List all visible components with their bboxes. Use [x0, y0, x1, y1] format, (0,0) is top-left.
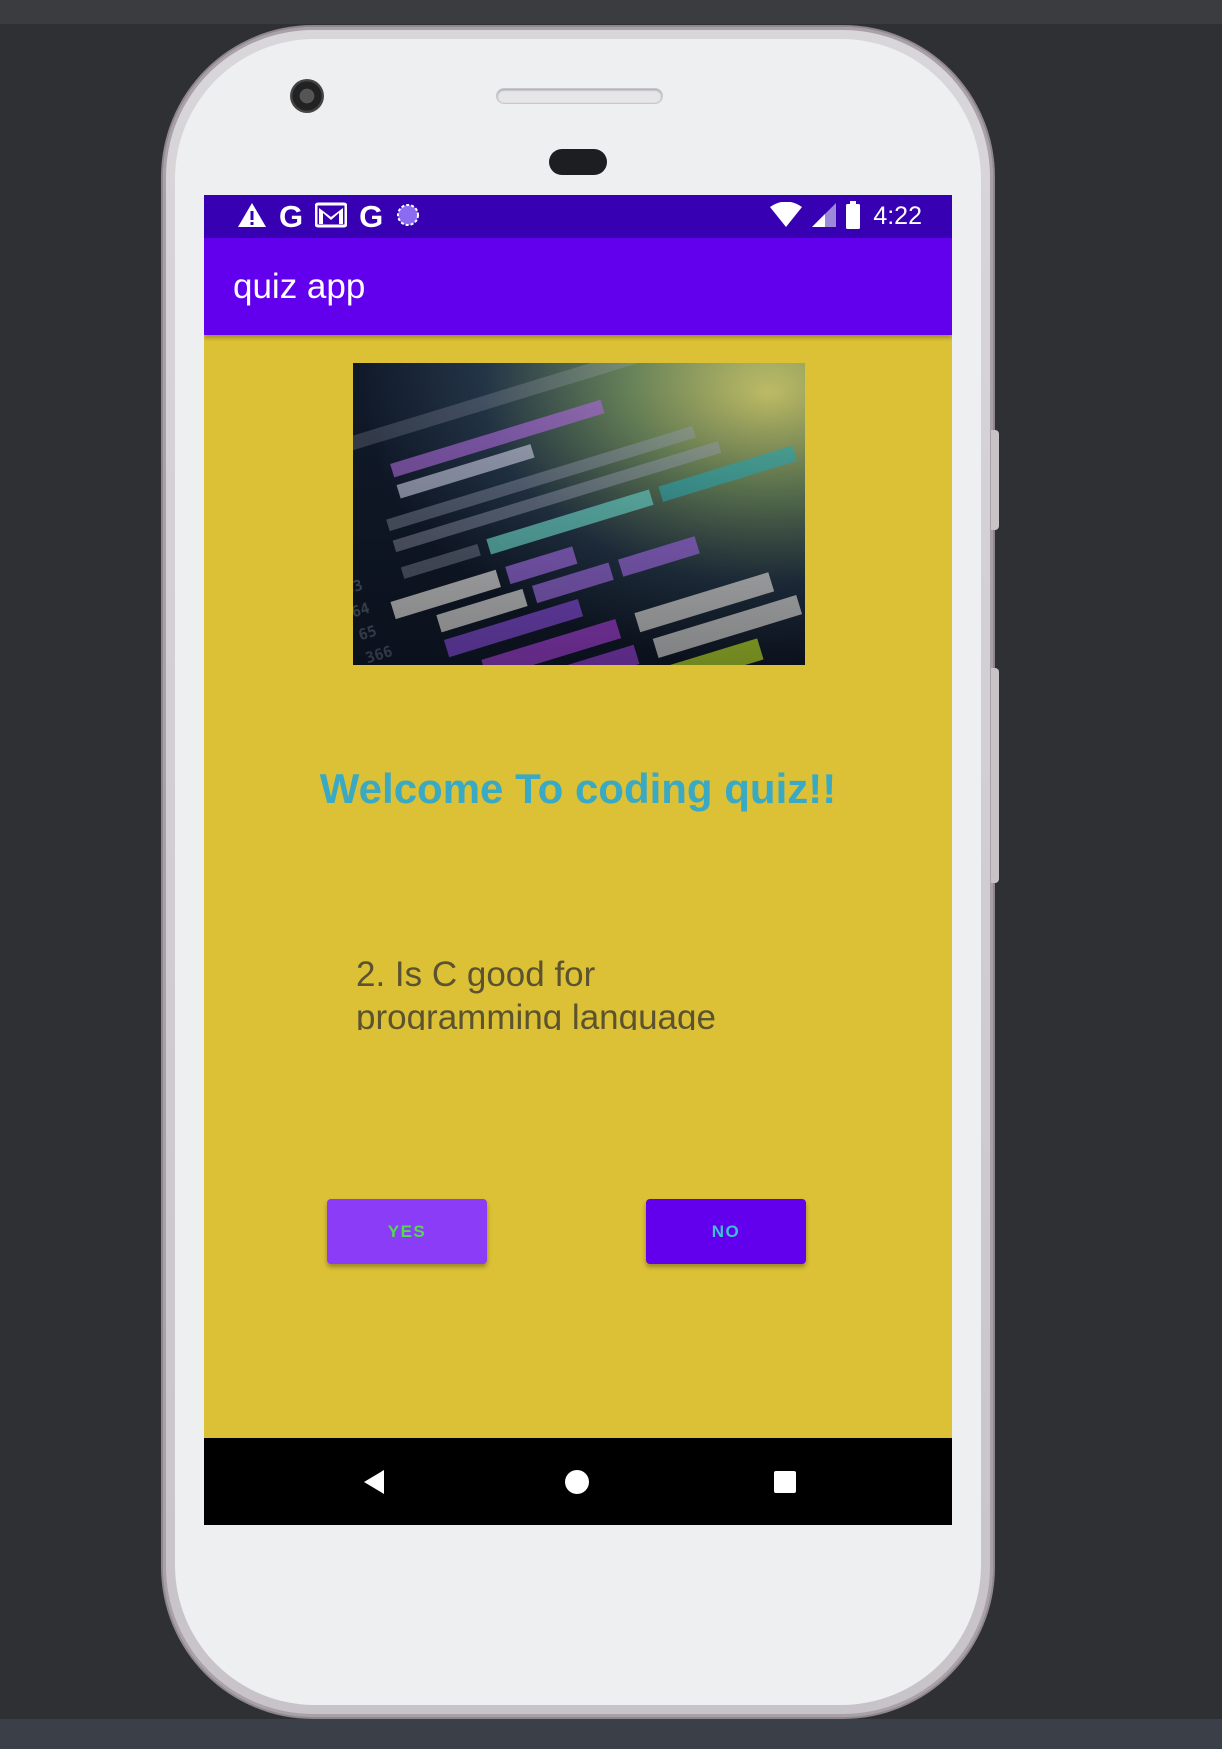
- warning-icon: [237, 201, 267, 233]
- back-icon[interactable]: [334, 1438, 414, 1525]
- yes-button[interactable]: YES: [327, 1199, 487, 1264]
- window-top-strip: [0, 0, 1222, 24]
- google-g-icon: G: [279, 199, 304, 234]
- app-title: quiz app: [233, 267, 366, 306]
- question-text: 2. Is C good for programming language: [356, 955, 716, 1030]
- earpiece-speaker: [497, 89, 662, 103]
- status-bar: G G 4:22: [204, 195, 952, 238]
- power-button: [991, 668, 999, 883]
- home-icon[interactable]: [537, 1438, 617, 1525]
- no-button[interactable]: NO: [646, 1199, 806, 1264]
- battery-icon: [845, 200, 861, 233]
- notification-icons: G G: [237, 195, 421, 238]
- wifi-icon: [769, 201, 803, 232]
- proximity-sensor: [549, 149, 607, 175]
- device-screen: G G 4:22 quiz app Welcome To coding quiz…: [204, 195, 952, 1525]
- system-status-icons: 4:22: [769, 195, 922, 238]
- gmail-icon: [314, 202, 348, 232]
- navigation-bar: [204, 1438, 952, 1525]
- welcome-heading: Welcome To coding quiz!!: [319, 765, 837, 812]
- cell-signal-icon: [811, 202, 837, 232]
- recents-icon[interactable]: [745, 1438, 825, 1525]
- status-clock: 4:22: [873, 202, 922, 230]
- volume-button: [991, 430, 999, 530]
- app-bar: quiz app: [204, 238, 952, 335]
- sync-progress-icon: [395, 202, 421, 232]
- front-camera: [290, 79, 324, 113]
- google-g-icon: G: [359, 199, 384, 234]
- code-screen-image: 636465 366367368 369370: [353, 363, 805, 665]
- window-bottom-strip: [0, 1719, 1222, 1749]
